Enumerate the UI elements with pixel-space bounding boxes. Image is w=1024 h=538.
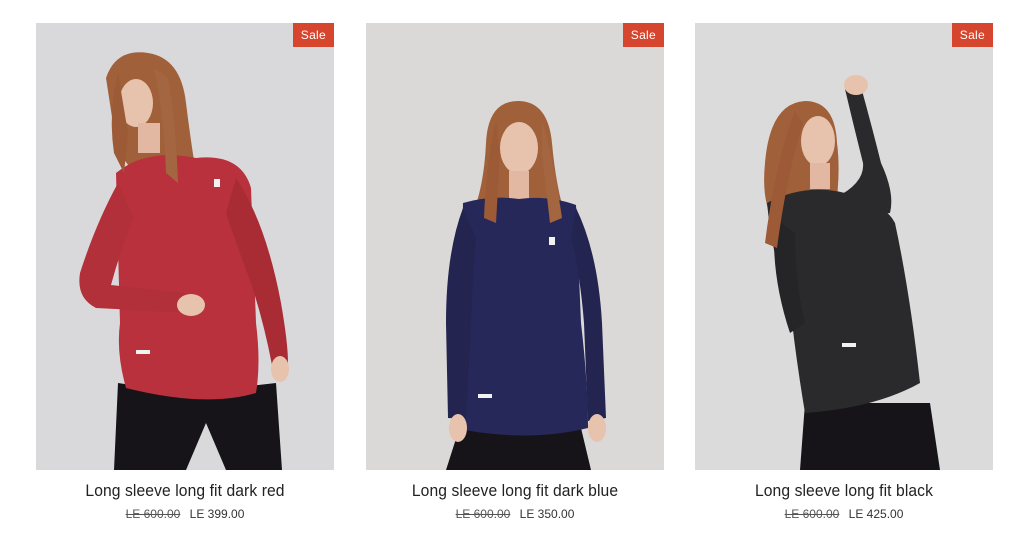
sale-badge: Sale xyxy=(292,23,334,47)
sale-badge: Sale xyxy=(622,23,664,47)
product-title[interactable]: Long sleeve long fit black xyxy=(707,481,981,501)
compare-at-price: LE 600.00 xyxy=(125,507,181,521)
product-image[interactable]: Sale xyxy=(36,23,334,470)
compare-at-price: LE 600.00 xyxy=(784,507,840,521)
product-price: LE 600.00 LE 399.00 xyxy=(36,507,334,521)
model-photo-blue xyxy=(366,23,664,470)
product-grid: Sale Long sleeve long fit dark red LE 60… xyxy=(0,0,1024,538)
product-price: LE 600.00 LE 425.00 xyxy=(695,507,993,521)
sale-price: LE 350.00 xyxy=(519,507,575,521)
model-photo-black xyxy=(695,23,993,470)
product-title[interactable]: Long sleeve long fit dark red xyxy=(48,481,322,501)
product-card[interactable]: Sale Long sleeve long fit dark red LE 60… xyxy=(36,23,334,521)
product-card[interactable]: Sale Long sleeve long fit black LE 600.0… xyxy=(695,23,993,521)
sale-price: LE 399.00 xyxy=(189,507,245,521)
sale-price: LE 425.00 xyxy=(848,507,904,521)
product-card[interactable]: Sale Long sleeve long fit dark blue LE 6… xyxy=(366,23,664,521)
product-title[interactable]: Long sleeve long fit dark blue xyxy=(378,481,652,501)
product-image[interactable]: Sale xyxy=(366,23,664,470)
product-price: LE 600.00 LE 350.00 xyxy=(366,507,664,521)
product-image[interactable]: Sale xyxy=(695,23,993,470)
sale-badge: Sale xyxy=(951,23,993,47)
compare-at-price: LE 600.00 xyxy=(455,507,511,521)
model-photo-red xyxy=(36,23,334,470)
